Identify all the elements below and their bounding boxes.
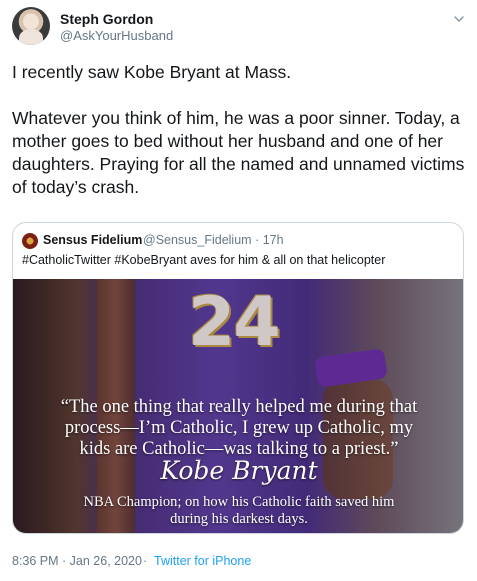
tweet: Steph Gordon @AskYourHusband I recently …: [0, 0, 477, 581]
quote-line: process—I’m Catholic, I grew up Catholic…: [64, 418, 414, 438]
quoted-text: #CatholicTwitter #KobeBryant aves for hi…: [22, 253, 386, 267]
caption-line: NBA Champion; on how his Catholic faith …: [83, 494, 395, 510]
signature: Kobe Bryant: [160, 456, 318, 485]
quoted-handle: @Sensus_Fidelium: [143, 233, 252, 247]
quote-line: “The one thing that really helped me dur…: [60, 397, 418, 417]
tweet-text: I recently saw Kobe Bryant at Mass. What…: [12, 62, 465, 197]
quoted-image[interactable]: 24 “The one thing that really helped me …: [13, 279, 463, 533]
source-link[interactable]: Twitter for iPhone: [154, 554, 251, 568]
quoted-tweet[interactable]: Sensus Fidelium @Sensus_Fidelium · 17h #…: [12, 222, 464, 534]
author-display-name[interactable]: Steph Gordon: [60, 11, 153, 27]
quoted-meta: @Sensus_Fidelium · 17h: [143, 233, 284, 247]
quoted-time: 17h: [262, 233, 284, 247]
caption-line: during his darkest days.: [170, 511, 308, 527]
timestamp[interactable]: 8:36 PM · Jan 26, 2020: [12, 554, 142, 568]
quoted-separator: ·: [255, 233, 260, 247]
quoted-avatar: [22, 233, 38, 249]
footer-separator: ·: [143, 554, 148, 568]
quoted-display-name: Sensus Fidelium: [43, 233, 143, 247]
chevron-down-icon[interactable]: [452, 12, 466, 26]
author-handle[interactable]: @AskYourHusband: [60, 28, 173, 43]
avatar[interactable]: [12, 7, 50, 45]
